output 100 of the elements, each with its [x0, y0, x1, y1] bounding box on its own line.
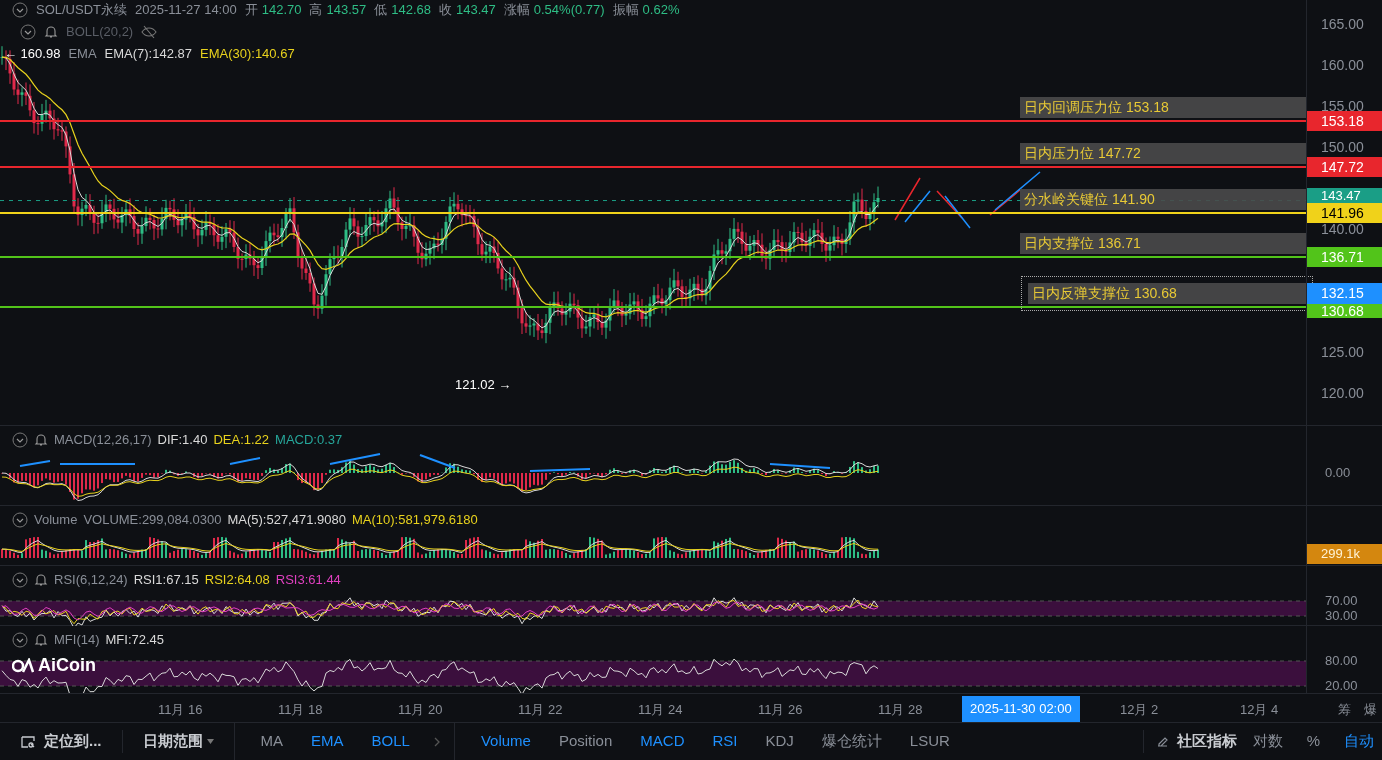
indicator-tab[interactable]: Position [544, 730, 627, 753]
locate-button[interactable]: 定位到... [0, 730, 122, 753]
indicator-tab[interactable]: MACD [626, 730, 699, 753]
quote-value: 143.47 [456, 1, 496, 20]
price-level-tag: 141.96 [1307, 203, 1382, 223]
bell-icon[interactable] [34, 432, 48, 447]
price-level-tag: 147.72 [1307, 157, 1382, 177]
indicator-tab[interactable]: LSUR [895, 730, 964, 753]
axis-tick-label: 70.00 [1325, 594, 1358, 607]
indicator-tab[interactable]: MA [246, 730, 297, 753]
indicator-tab[interactable]: BOLL [357, 730, 424, 753]
indicator-tab[interactable]: KDJ [751, 730, 808, 753]
quote-label: 涨幅 [503, 1, 530, 20]
price-axis-label: 125.00 [1321, 345, 1364, 359]
price-axis-label: 160.00 [1321, 58, 1364, 72]
quote-label: 收 [439, 1, 452, 20]
indicator-tab[interactable]: EMA [297, 730, 358, 753]
indicator-value: RSI1:67.15 [133, 571, 199, 589]
low-price-marker: 121.02 → [455, 376, 512, 394]
caret-icon [206, 739, 214, 744]
locate-icon [20, 733, 36, 750]
high-price-marker: ← 160.98 [4, 45, 61, 64]
indicator-tab[interactable]: 爆仓统计 [807, 730, 896, 753]
quote-value: 142.68 [391, 1, 431, 20]
quote-label: 开 [244, 1, 258, 20]
quote-value: 142.70 [261, 1, 302, 20]
axis-tick-label: 0.00 [1325, 466, 1351, 479]
indicator-tab[interactable]: Volume [466, 730, 545, 753]
price-level-label[interactable]: 分水岭关键位 141.90 [1020, 189, 1306, 210]
bell-icon[interactable] [34, 572, 48, 587]
quote-label: 振幅 [612, 1, 639, 20]
price-level-label[interactable]: 日内压力位 147.72 [1020, 143, 1306, 164]
hidden-eye-icon[interactable] [141, 25, 158, 39]
time-axis-label: 12月 4 [1240, 701, 1279, 719]
price-level-tag: 130.68 [1307, 304, 1382, 318]
price-axis-label: 140.00 [1321, 222, 1364, 236]
indicator-value: MACD:0.37 [275, 431, 343, 449]
collapse-chevron-icon[interactable] [12, 511, 28, 528]
candle-datetime: 2025-11-27 14:00 [135, 1, 237, 20]
current-price-tag: 143.47 [1307, 188, 1382, 203]
price-level-tag: 136.71 [1307, 247, 1382, 267]
price-level-label[interactable]: 日内反弹支撑位 130.68 [1028, 283, 1306, 304]
collapse-chevron-icon[interactable] [12, 2, 28, 18]
logo-text: AiCoin [38, 654, 96, 677]
indicator-value: MFI:72.45 [105, 631, 165, 649]
scale-option[interactable]: 自动 [1336, 730, 1382, 753]
quote-label: 高 [309, 1, 323, 20]
indicator-value: RSI3:61.44 [275, 571, 341, 589]
price-axis-label: 155.00 [1321, 99, 1364, 113]
date-range-dropdown[interactable]: 日期范围 [121, 730, 234, 753]
bell-icon[interactable] [44, 25, 58, 39]
axis-tick-label: 20.00 [1325, 679, 1358, 692]
axis-tick-label: 80.00 [1325, 654, 1358, 667]
price-axis-label: 165.00 [1321, 17, 1364, 31]
indicator-title: MACD(12,26,17) [54, 431, 152, 449]
indicator-value: MA(5):527,471.9080 [227, 511, 346, 529]
axis-side-button[interactable]: 筹 [1338, 700, 1351, 720]
indicator-value: DEA:1.22 [213, 431, 270, 449]
scale-option[interactable]: 对数 [1244, 730, 1291, 753]
time-axis-label: 11月 24 [638, 701, 683, 719]
scale-option[interactable]: % [1298, 730, 1328, 753]
axis-side-button[interactable]: 爆 [1364, 700, 1377, 720]
price-level-label[interactable]: 日内支撑位 136.71 [1020, 233, 1306, 254]
collapse-chevron-icon[interactable] [12, 431, 28, 448]
edit-icon[interactable] [1155, 735, 1169, 748]
overlay-name: BOLL(20,2) [66, 23, 134, 42]
collapse-chevron-icon[interactable] [12, 631, 28, 648]
community-indicators-button[interactable]: 社区指标 [1176, 730, 1237, 753]
time-axis-label: 11月 28 [878, 701, 923, 719]
indicator-tab[interactable]: RSI [698, 730, 752, 753]
price-level-tag: 153.18 [1307, 111, 1382, 131]
price-level-label[interactable]: 日内回调压力位 153.18 [1020, 97, 1306, 118]
time-cursor-label: 2025-11-30 02:00 [962, 696, 1080, 722]
time-axis-label: 11月 16 [158, 701, 203, 719]
collapse-chevron-icon[interactable] [12, 571, 28, 588]
quote-value: 143.57 [326, 1, 367, 20]
price-tag: 132.15 [1307, 283, 1382, 304]
price-axis-label: 150.00 [1321, 140, 1364, 154]
overlay-value: EMA(30):140.67 [200, 45, 295, 64]
time-axis-label: 12月 2 [1120, 701, 1159, 719]
axis-tick-label: 30.00 [1325, 609, 1358, 622]
bell-icon[interactable] [34, 632, 48, 647]
symbol-name: SOL/USDT永续 [36, 1, 127, 20]
overlay-value: EMA(7):142.87 [104, 45, 192, 64]
indicator-title: MFI(14) [54, 631, 100, 649]
logo-icon [12, 657, 34, 674]
indicator-value: DIF:1.40 [157, 431, 208, 449]
overlay-name: EMA [68, 45, 97, 64]
indicator-value: VOLUME:299,084.0300 [83, 511, 222, 529]
indicator-title: RSI(6,12,24) [54, 571, 128, 589]
time-axis-label: 11月 22 [518, 701, 563, 719]
indicator-value: MA(10):581,979.6180 [351, 511, 478, 529]
time-axis-label: 11月 26 [758, 701, 803, 719]
volume-value-tag: 299.1k [1307, 544, 1382, 564]
time-axis-label: 11月 20 [398, 701, 443, 719]
collapse-chevron-icon[interactable] [20, 24, 36, 40]
quote-value: 0.54%(0.77) [533, 1, 605, 20]
quote-value: 0.62% [642, 1, 680, 20]
indicator-title: Volume [34, 511, 78, 529]
time-axis-label: 11月 18 [278, 701, 323, 719]
